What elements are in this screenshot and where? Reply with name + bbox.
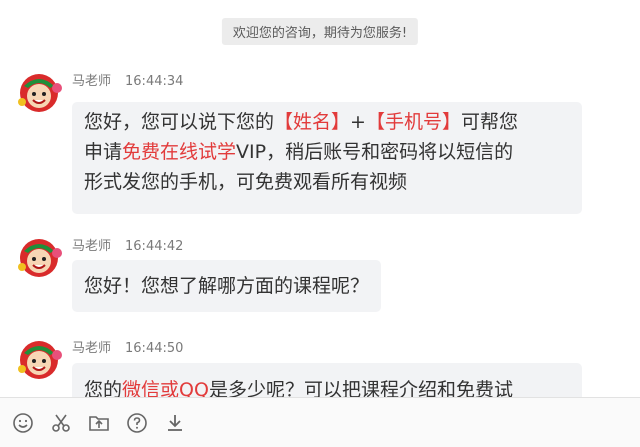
- avatar: [14, 337, 64, 383]
- download-icon[interactable]: [163, 411, 187, 435]
- message-line: 申请免费在线试学VIP，稍后账号和密码将以短信的: [84, 137, 570, 167]
- highlight-contact: 微信或QQ: [122, 379, 209, 397]
- highlight-name: 【姓名】: [274, 111, 351, 133]
- text-segment: 是多少呢？可以把课程介绍和免费试: [208, 379, 513, 397]
- chat-area: 欢迎您的咨询，期待为您服务! 马老师 16:44:34 您好，您可以说下您的【姓名…: [0, 0, 640, 397]
- message-line: 您好，您可以说下您的【姓名】+【手机号】可帮您: [84, 107, 570, 137]
- message-time: 16:44:42: [125, 239, 184, 254]
- sender-name: 马老师: [72, 341, 112, 356]
- message-time: 16:44:50: [125, 341, 184, 356]
- avatar: [14, 70, 64, 116]
- message-meta: 马老师 16:44:34: [72, 70, 183, 89]
- emoji-icon[interactable]: [11, 411, 35, 435]
- text-segment: 您好，您可以说下您的: [84, 111, 275, 133]
- message-time: 16:44:34: [125, 74, 184, 89]
- message-meta: 马老师 16:44:42: [72, 235, 183, 254]
- message-bubble: 您好！您想了解哪方面的课程呢？: [72, 260, 382, 312]
- help-icon[interactable]: [125, 411, 149, 435]
- scissors-icon[interactable]: [49, 411, 73, 435]
- sender-name: 马老师: [72, 239, 112, 254]
- message-meta: 马老师 16:44:50: [72, 337, 183, 356]
- highlight-phone: 【手机号】: [365, 111, 461, 133]
- welcome-notice: 欢迎您的咨询，期待为您服务!: [221, 18, 419, 45]
- text-segment: 您的: [84, 379, 123, 397]
- highlight-trial: 免费在线试学: [122, 141, 237, 163]
- text-segment: +: [350, 111, 366, 133]
- message-bubble: 您好，您可以说下您的【姓名】+【手机号】可帮您 申请免费在线试学VIP，稍后账号…: [72, 102, 582, 214]
- message-line: 形式发您的手机，可免费观看所有视频: [84, 171, 408, 193]
- avatar: [14, 235, 64, 281]
- message-bubble: 您的微信或QQ是多少呢？可以把课程介绍和免费试: [72, 363, 582, 397]
- sender-name: 马老师: [72, 74, 112, 89]
- upload-folder-icon[interactable]: [87, 411, 111, 435]
- text-segment: VIP，稍后账号和密码将以短信的: [236, 141, 514, 163]
- input-toolbar: [0, 397, 640, 447]
- text-segment: 申请: [84, 141, 123, 163]
- text-segment: 可帮您: [460, 111, 518, 133]
